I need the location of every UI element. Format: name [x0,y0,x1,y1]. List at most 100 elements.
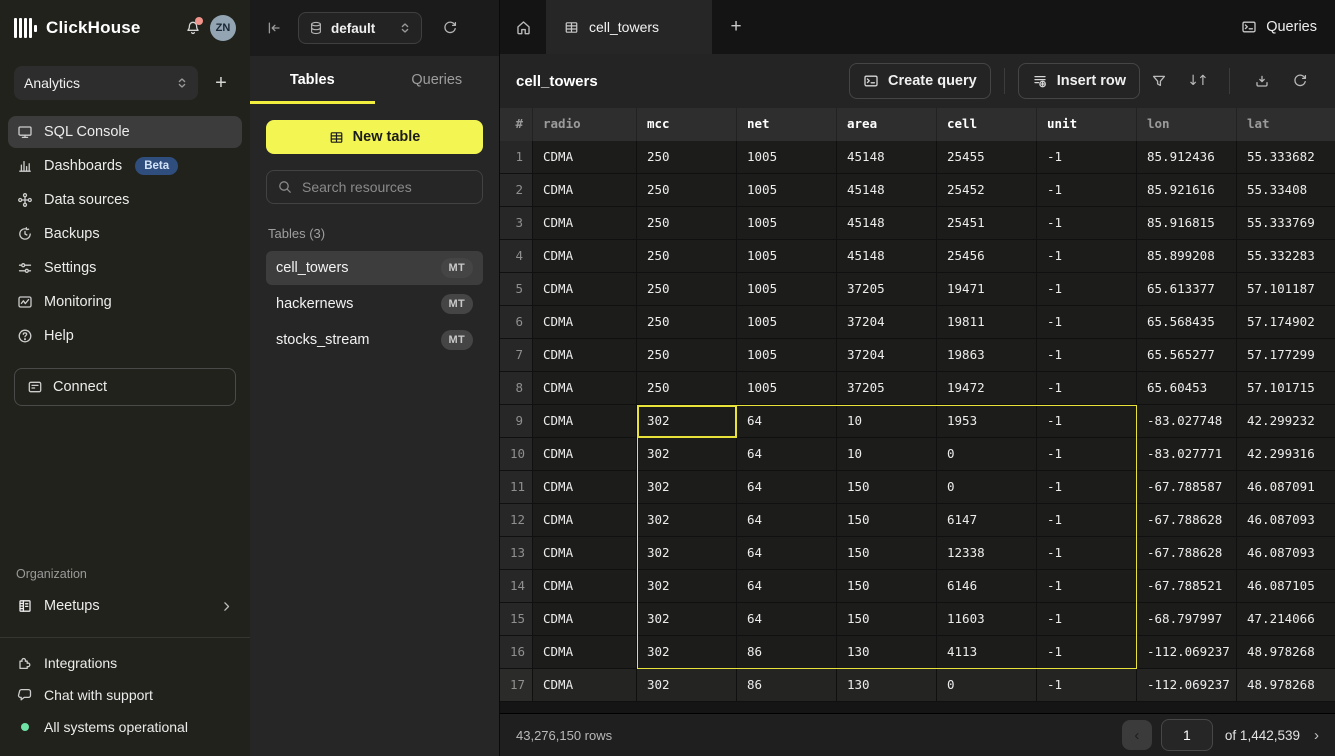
cell-unit[interactable]: -1 [1037,537,1137,570]
row-number[interactable]: 5 [500,273,533,306]
row-number[interactable]: 3 [500,207,533,240]
sidebar-item-integrations[interactable]: Integrations [8,648,242,678]
row-number[interactable]: 11 [500,471,533,504]
cell-radio[interactable]: CDMA [533,603,637,636]
cell-mcc[interactable]: 302 [637,405,737,438]
cell-lon[interactable]: 65.60453 [1137,372,1237,405]
cell-lat[interactable]: 42.299232 [1237,405,1335,438]
cell-mcc[interactable]: 250 [637,141,737,174]
cell-unit[interactable]: -1 [1037,471,1137,504]
cell-mcc[interactable]: 250 [637,306,737,339]
cell-net[interactable]: 1005 [737,207,837,240]
cell-area[interactable]: 10 [837,405,937,438]
sidebar-item-dashboards[interactable]: DashboardsBeta [8,150,242,182]
cell-lat[interactable]: 42.299316 [1237,438,1335,471]
row-number[interactable]: 2 [500,174,533,207]
tab-tables[interactable]: Tables [250,56,375,104]
cell-lat[interactable]: 57.174902 [1237,306,1335,339]
cell-unit[interactable]: -1 [1037,306,1137,339]
cell-cell[interactable]: 6146 [937,570,1037,603]
cell-area[interactable]: 37205 [837,273,937,306]
cell-mcc[interactable]: 250 [637,339,737,372]
insert-row-button[interactable]: Insert row [1018,63,1140,99]
cell-lat[interactable]: 57.101715 [1237,372,1335,405]
cell-radio[interactable]: CDMA [533,537,637,570]
row-number[interactable]: 10 [500,438,533,471]
row-number[interactable]: 14 [500,570,533,603]
cell-mcc[interactable]: 302 [637,438,737,471]
cell-radio[interactable]: CDMA [533,141,637,174]
cell-lon[interactable]: -67.788628 [1137,504,1237,537]
row-number[interactable]: 8 [500,372,533,405]
sidebar-item-backups[interactable]: Backups [8,218,242,250]
cell-lon[interactable]: -68.797997 [1137,603,1237,636]
cell-cell[interactable]: 0 [937,669,1037,702]
page-number-input[interactable] [1161,719,1213,751]
cell-lon[interactable]: 65.613377 [1137,273,1237,306]
system-status[interactable]: All systems operational [8,712,242,742]
cell-area[interactable]: 130 [837,669,937,702]
cell-lon[interactable]: -67.788628 [1137,537,1237,570]
cell-area[interactable]: 150 [837,471,937,504]
cell-area[interactable]: 45148 [837,207,937,240]
cell-lat[interactable]: 55.332283 [1237,240,1335,273]
cell-cell[interactable]: 25452 [937,174,1037,207]
home-button[interactable] [500,0,546,54]
cell-cell[interactable]: 6147 [937,504,1037,537]
column-header-radio[interactable]: radio [533,108,637,141]
next-page-button[interactable]: › [1314,727,1319,744]
column-header-row-number[interactable]: # [500,108,533,141]
row-number[interactable]: 16 [500,636,533,669]
cell-radio[interactable]: CDMA [533,504,637,537]
sidebar-item-monitoring[interactable]: Monitoring [8,286,242,318]
cell-mcc[interactable]: 250 [637,372,737,405]
sidebar-item-settings[interactable]: Settings [8,252,242,284]
cell-lon[interactable]: -83.027771 [1137,438,1237,471]
sidebar-item-meetups[interactable]: Meetups [8,589,242,623]
cell-lon[interactable]: 85.912436 [1137,141,1237,174]
cell-unit[interactable]: -1 [1037,636,1137,669]
cell-cell[interactable]: 4113 [937,636,1037,669]
cell-net[interactable]: 1005 [737,240,837,273]
cell-lat[interactable]: 47.214066 [1237,603,1335,636]
row-number[interactable]: 17 [500,669,533,702]
cell-radio[interactable]: CDMA [533,174,637,207]
cell-unit[interactable]: -1 [1037,570,1137,603]
collapse-panel-button[interactable] [266,20,282,36]
cell-net[interactable]: 1005 [737,174,837,207]
cell-unit[interactable]: -1 [1037,339,1137,372]
cell-mcc[interactable]: 302 [637,570,737,603]
cell-cell[interactable]: 25456 [937,240,1037,273]
cell-cell[interactable]: 25455 [937,141,1037,174]
sort-button[interactable]: ↓↑ [1178,63,1216,99]
sidebar-item-data-sources[interactable]: Data sources [8,184,242,216]
cell-area[interactable]: 37204 [837,339,937,372]
cell-radio[interactable]: CDMA [533,273,637,306]
column-header-lat[interactable]: lat [1237,108,1335,141]
cell-cell[interactable]: 1953 [937,405,1037,438]
cell-radio[interactable]: CDMA [533,207,637,240]
cell-mcc[interactable]: 302 [637,636,737,669]
cell-mcc[interactable]: 250 [637,174,737,207]
search-input[interactable] [302,179,472,195]
cell-area[interactable]: 130 [837,636,937,669]
cell-area[interactable]: 37205 [837,372,937,405]
cell-net[interactable]: 1005 [737,372,837,405]
cell-unit[interactable]: -1 [1037,174,1137,207]
cell-cell[interactable]: 12338 [937,537,1037,570]
table-list-item-cell_towers[interactable]: cell_towersMT [266,251,483,285]
tab-cell-towers[interactable]: cell_towers [546,0,712,54]
column-header-lon[interactable]: lon [1137,108,1237,141]
cell-area[interactable]: 150 [837,603,937,636]
notifications-button[interactable] [185,20,201,36]
cell-mcc[interactable]: 302 [637,504,737,537]
cell-net[interactable]: 1005 [737,273,837,306]
cell-unit[interactable]: -1 [1037,603,1137,636]
refresh-resources-button[interactable] [442,20,458,36]
cell-net[interactable]: 64 [737,438,837,471]
row-number[interactable]: 7 [500,339,533,372]
search-resources-box[interactable] [266,170,483,204]
tab-queries[interactable]: Queries [375,56,500,104]
column-header-cell[interactable]: cell [937,108,1037,141]
column-header-unit[interactable]: unit [1037,108,1137,141]
